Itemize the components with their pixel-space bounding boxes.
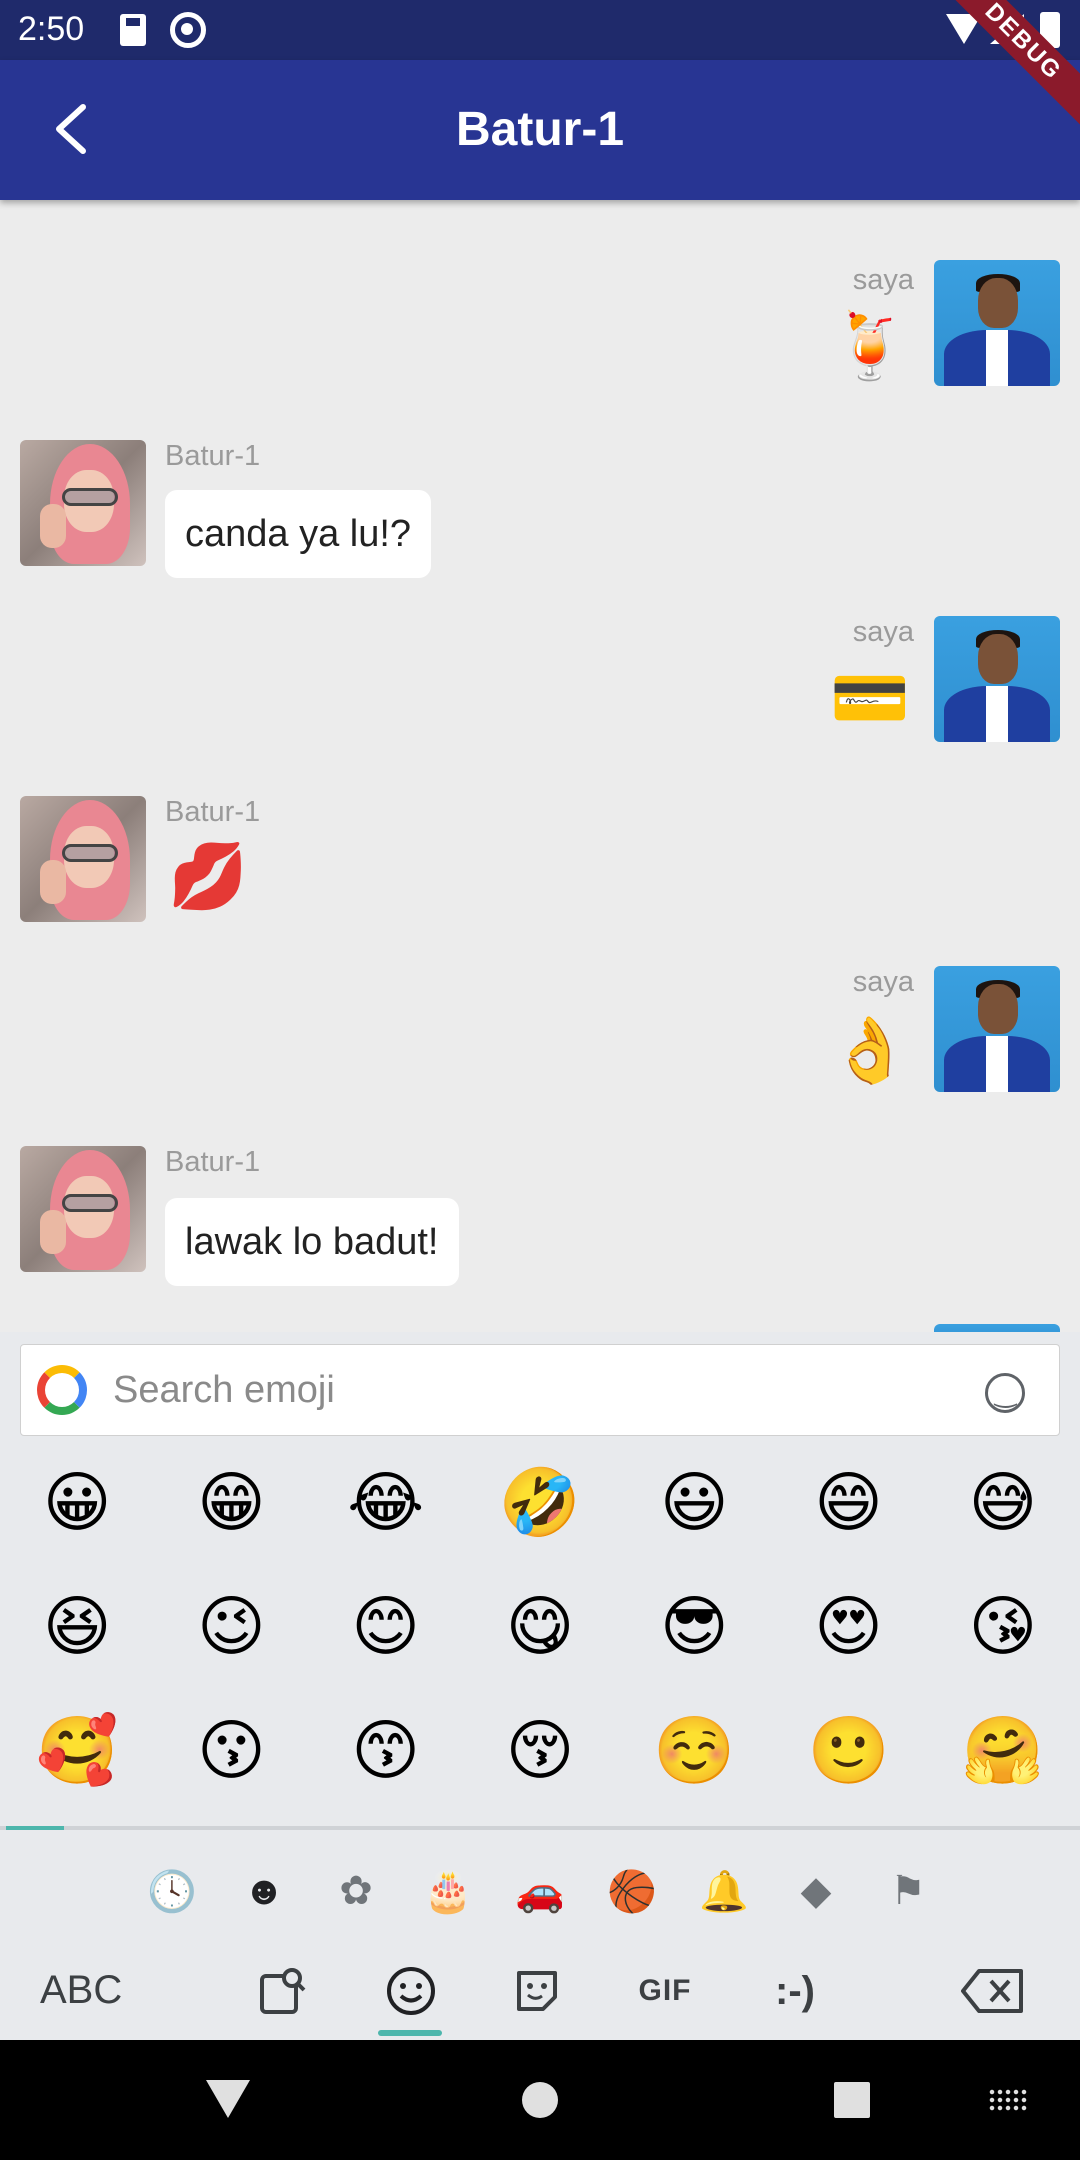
nav-recents-icon[interactable] [834,2082,870,2118]
chat-message-outgoing: saya 👌 [0,966,1080,1106]
emoji-key[interactable]: 😗 [154,1702,308,1798]
sticker-credit-card[interactable]: 💳 [830,666,910,730]
flag-icon[interactable]: ⚑ [879,1862,937,1920]
system-nav-bar [0,2040,1080,2160]
emoji-key[interactable]: 😚 [463,1702,617,1798]
cake-icon[interactable]: 🎂 [419,1862,477,1920]
emoji-keyboard: Search emoji 😀 😁 😂 🤣 😃 😄 😅 😆 😉 😊 😋 😎 😍 😘… [0,1332,1080,2040]
avatar[interactable] [934,966,1060,1092]
sender-name: saya [852,616,914,648]
sender-name: Batur-1 [165,440,261,472]
sender-name: saya [852,264,914,296]
emoji-key[interactable]: 😂 [309,1454,463,1550]
nav-back-icon[interactable] [206,2080,250,2118]
sticker-icon[interactable] [502,1956,572,2026]
keyboard-switch-icon[interactable] [988,2088,1028,2112]
active-tab-indicator [378,2030,442,2036]
chat-list[interactable]: saya 🍹 Batur-1 canda ya lu!? saya 💳 Batu… [0,200,1080,1332]
keyboard-bottom-row: ABC GIF :-) [0,1942,1080,2040]
bell-icon[interactable]: 🔔 [695,1862,753,1920]
clock-icon[interactable]: 🕓 [143,1862,201,1920]
status-time: 2:50 [18,10,85,48]
emoji-key[interactable]: 🙂 [771,1702,925,1798]
emoji-search-field[interactable]: Search emoji [20,1344,1060,1436]
message-bubble[interactable]: canda ya lu!? [165,490,432,578]
chat-message-incoming: Batur-1 canda ya lu!? [0,440,1080,590]
sticker-kiss-mark[interactable]: 💋 [168,844,248,908]
google-logo-icon [37,1365,87,1415]
smiley-icon[interactable]: ☻ [235,1862,293,1920]
sticker-drink[interactable]: 🍹 [830,314,910,378]
emoji-key[interactable]: 😍 [771,1578,925,1674]
search-placeholder: Search emoji [113,1369,335,1411]
avatar[interactable] [934,260,1060,386]
chat-message-incoming: Batur-1 💋 [0,796,1080,926]
emoji-key[interactable]: 😁 [154,1454,308,1550]
emoji-scroll-indicator [0,1826,1080,1830]
sd-card-icon [120,14,146,46]
sticker-search-icon[interactable] [248,1956,318,2026]
chat-message-incoming: Batur-1 lawak lo badut! [0,1146,1080,1296]
avatar[interactable] [934,616,1060,742]
avatar[interactable] [934,1324,1060,1332]
chat-message-outgoing: saya 💳 [0,616,1080,756]
emoji-key[interactable]: 😃 [617,1454,771,1550]
car-icon[interactable]: 🚗 [511,1862,569,1920]
emoji-key[interactable]: 😎 [617,1578,771,1674]
emoji-key[interactable]: 😅 [926,1454,1080,1550]
emoji-tab-icon[interactable] [376,1956,446,2026]
backspace-icon[interactable] [958,1956,1028,2026]
emoji-key[interactable]: 😆 [0,1578,154,1674]
nav-home-icon[interactable] [522,2082,558,2118]
emoji-scroll-indicator-fill [6,1826,64,1830]
chat-message-outgoing: saya 🍹 [0,258,1080,418]
sync-icon [170,12,206,48]
emoticon-key[interactable]: :-) [760,1956,830,2026]
avatar[interactable] [20,440,146,566]
page-title: Batur-1 [455,103,625,156]
emoji-key[interactable]: 🤗 [926,1702,1080,1798]
sender-name: Batur-1 [165,1146,261,1178]
emoji-key[interactable]: 😀 [0,1454,154,1550]
emoji-key[interactable]: 😋 [463,1578,617,1674]
emoji-key[interactable]: 🥰 [0,1702,154,1798]
emoji-grid: 😀 😁 😂 🤣 😃 😄 😅 😆 😉 😊 😋 😎 😍 😘 🥰 😗 😙 😚 ☺️ 🙂… [0,1454,1080,1798]
diamond-icon[interactable]: ◆ [787,1862,845,1920]
avatar[interactable] [20,1146,146,1272]
message-bubble[interactable]: lawak lo badut! [165,1198,459,1286]
abc-key[interactable]: ABC [40,1968,122,2013]
emoji-smile-icon[interactable] [985,1373,1025,1413]
flower-icon[interactable]: ✿ [327,1862,385,1920]
emoji-key[interactable]: 😙 [309,1702,463,1798]
sticker-ok-hand[interactable]: 👌 [830,1018,910,1082]
emoji-key[interactable]: 😄 [771,1454,925,1550]
emoji-key[interactable]: 🤣 [463,1454,617,1550]
ball-icon[interactable]: 🏀 [603,1862,661,1920]
emoji-key[interactable]: 😊 [309,1578,463,1674]
emoji-category-bar: 🕓 ☻ ✿ 🎂 🚗 🏀 🔔 ◆ ⚑ [0,1862,1080,1922]
emoji-key[interactable]: 😘 [926,1578,1080,1674]
app-bar: Batur-1 [0,60,1080,200]
emoji-key[interactable]: ☺️ [617,1702,771,1798]
status-bar: 2:50 [0,0,1080,60]
sender-name: Batur-1 [165,796,261,828]
gif-key[interactable]: GIF [630,1956,700,2026]
sender-name: saya [852,966,914,998]
emoji-key[interactable]: 😉 [154,1578,308,1674]
avatar[interactable] [20,796,146,922]
